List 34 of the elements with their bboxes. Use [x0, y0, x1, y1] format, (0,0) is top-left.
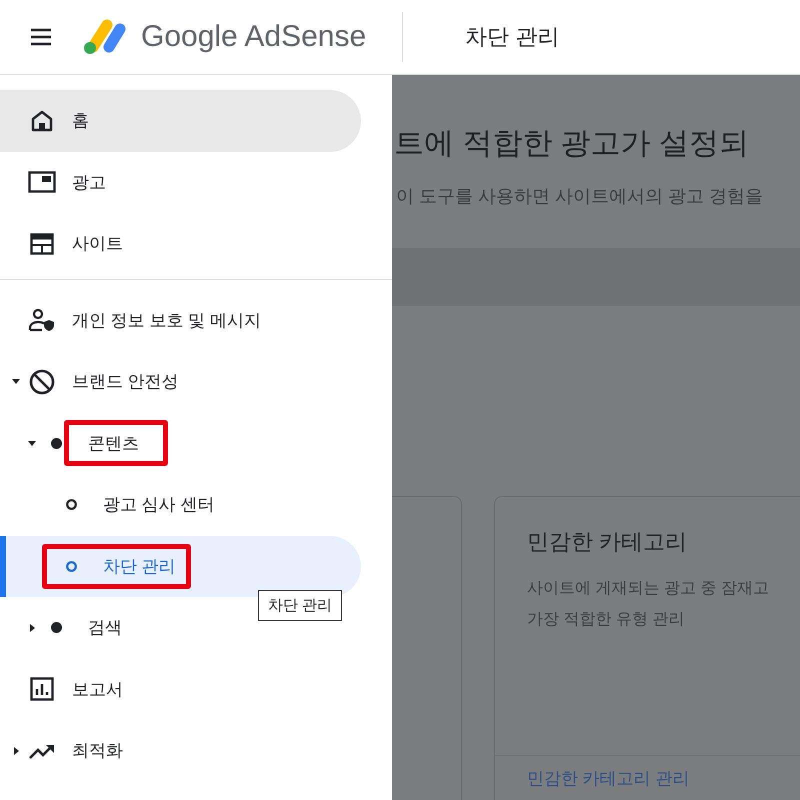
block-icon	[29, 368, 55, 395]
ad-icon	[28, 171, 56, 194]
nav-item[interactable]: 보고서	[0, 658, 163, 720]
card-title: 민감한 카테고리	[527, 528, 688, 556]
nav-item[interactable]: 홈	[0, 90, 361, 152]
nav-item[interactable]: 최적화	[0, 720, 163, 782]
bar-chart-icon	[30, 677, 54, 702]
logo-text: Google AdSense	[141, 20, 366, 54]
nav-item[interactable]: 사이트	[0, 213, 163, 274]
page-title: 차단 관리	[465, 23, 560, 51]
caret-right-icon[interactable]	[14, 746, 18, 755]
dot-icon	[50, 438, 62, 449]
layout-icon	[30, 232, 54, 255]
description-text: 이 도구를 사용하면 사이트에서의 광고 경험을	[396, 185, 764, 208]
home-icon	[30, 108, 54, 133]
page-heading: 트에 적합한 광고가 설정되	[394, 126, 750, 162]
nav-item[interactable]: 광고 심사 센터	[0, 474, 254, 536]
person-shield-icon	[28, 308, 56, 332]
card-description: 사이트에 게재되는 광고 중 잠재고	[527, 579, 770, 599]
circle-icon	[66, 499, 76, 510]
logo-icon	[83, 19, 127, 55]
caret-down-icon[interactable]	[28, 440, 36, 446]
card-description: 가장 적합한 유형 관리	[527, 610, 686, 630]
caret-down-icon[interactable]	[12, 379, 20, 384]
nav-item[interactable]: 콘텐츠	[0, 412, 179, 474]
circle-icon	[66, 560, 76, 572]
nav-item[interactable]: 개인 정보 보호 및 메시지	[0, 290, 301, 351]
nav-item[interactable]: 광고	[0, 152, 146, 213]
nav-item[interactable]: 검색	[0, 597, 162, 658]
caret-right-icon[interactable]	[30, 624, 34, 632]
tooltip: 차단 관리	[258, 590, 342, 621]
nav-item[interactable]: 브랜드 안전성	[0, 351, 219, 412]
dot-icon	[50, 622, 62, 634]
nav-item[interactable]: 차단 관리	[0, 536, 361, 597]
